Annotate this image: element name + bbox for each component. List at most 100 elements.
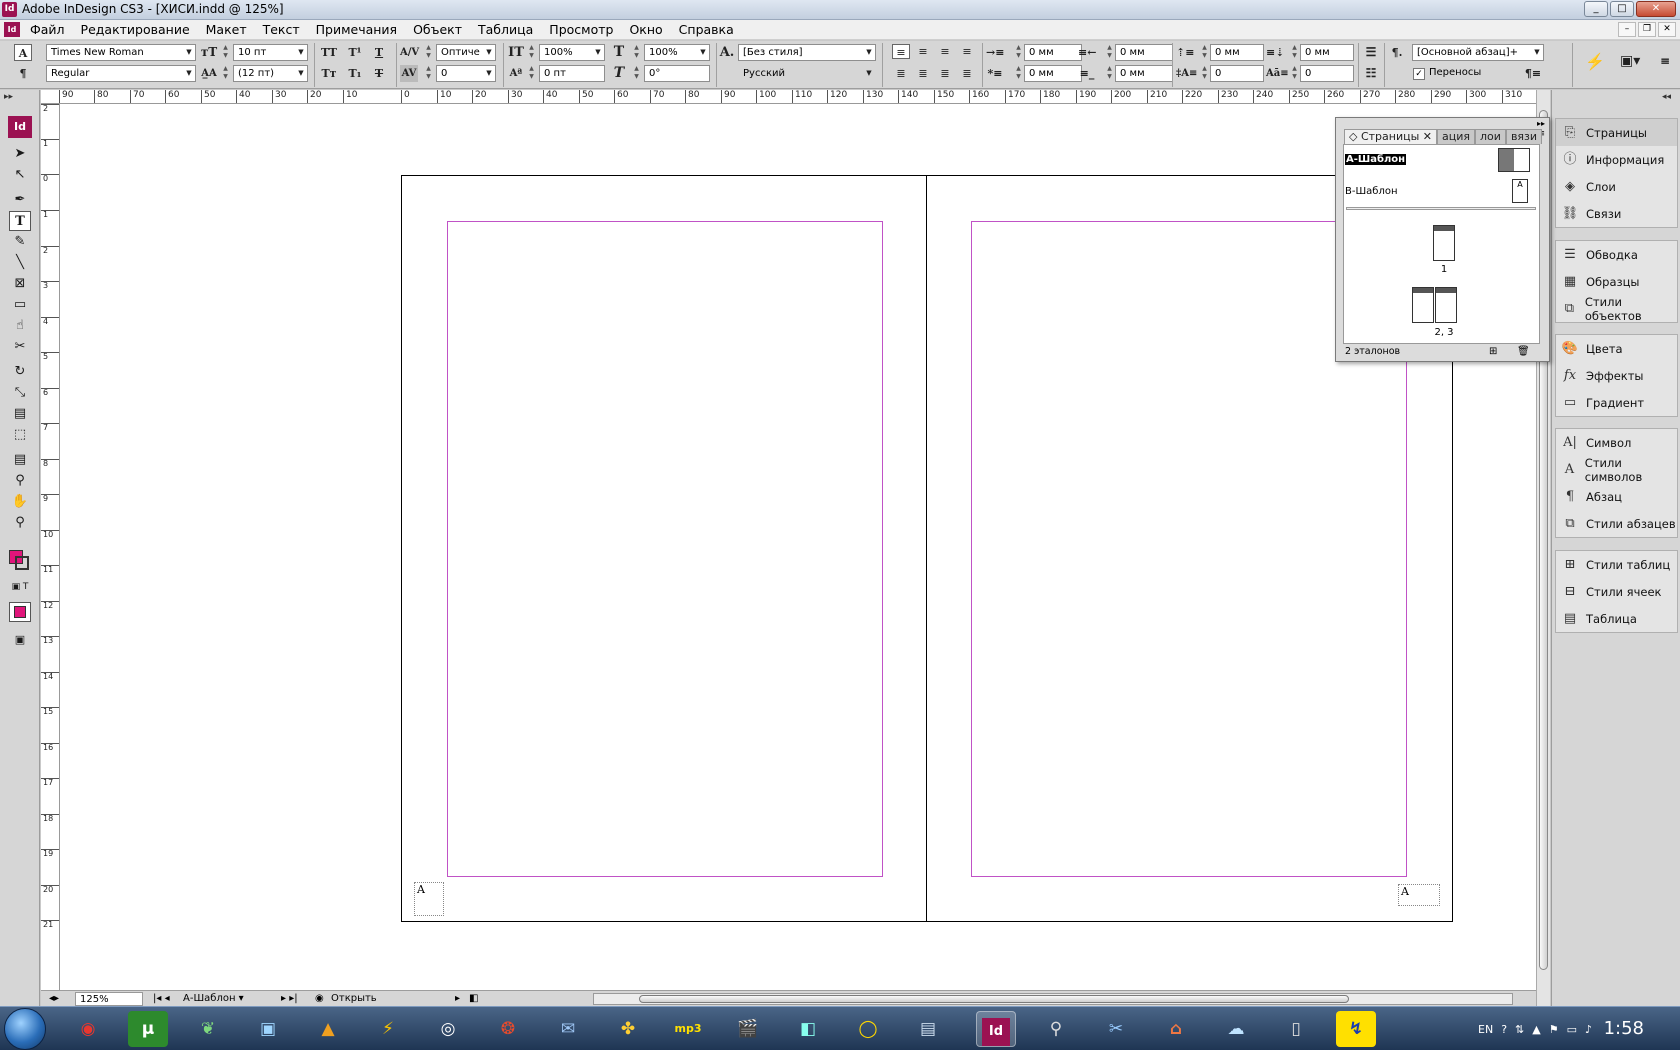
character-mode-icon[interactable]: A: [14, 44, 32, 61]
horizontal-ruler[interactable]: 90 80 70 60 50 40 30 20 10 0 10 20 30 40…: [41, 90, 1536, 104]
arrow-up-icon[interactable]: ▲: [1532, 1023, 1540, 1036]
note-tool-icon[interactable]: ▤: [9, 450, 31, 470]
satellite-app-icon[interactable]: ⚲: [1036, 1011, 1076, 1047]
horizontal-scroll-thumb[interactable]: [639, 995, 1349, 1003]
vertical-ruler[interactable]: 2 1 0 1 2 3 4 5 6 7 8 9 10 11 12 13 14 1…: [41, 104, 60, 990]
first-indent-stepper[interactable]: ▲ ▼: [1015, 65, 1022, 82]
scale-tool-icon[interactable]: ⤡: [9, 383, 31, 403]
document-icon[interactable]: Id: [4, 22, 20, 37]
dock-item-pages[interactable]: ⎘ Страницы: [1556, 119, 1677, 146]
flag-icon[interactable]: ⚑: [1549, 1023, 1559, 1036]
scissors-app-icon[interactable]: ✂: [1096, 1011, 1136, 1047]
underline-icon[interactable]: T: [370, 44, 388, 61]
scroll-left-icon[interactable]: ◧: [465, 992, 485, 1006]
align-center-button[interactable]: ≡: [914, 44, 932, 59]
master-row-b[interactable]: В-Шаблон А: [1344, 177, 1539, 205]
dock-item-info[interactable]: ⓘ Информация: [1556, 146, 1677, 173]
tracking-input[interactable]: 0 ▼: [436, 65, 496, 82]
zoom-tool-icon[interactable]: ⚲: [9, 513, 31, 533]
first-page-icon[interactable]: |◂ ◂: [149, 992, 173, 1006]
master-row-a[interactable]: А-Шаблон: [1344, 145, 1539, 177]
dropcap-chars-stepper[interactable]: ▲ ▼: [1291, 65, 1298, 82]
swirl-app-icon[interactable]: ❂: [488, 1011, 528, 1047]
skew-input[interactable]: 0°: [644, 65, 710, 82]
subscript-icon[interactable]: T₁: [346, 65, 364, 82]
dropcap-chars-input[interactable]: 0: [1300, 65, 1354, 82]
dock-item-layers[interactable]: ◈ Слои: [1556, 173, 1677, 200]
free-transform-tool-icon[interactable]: ⬚: [9, 425, 31, 445]
dock-item-table[interactable]: ▤ Таблица: [1556, 605, 1677, 632]
doc-minimize-button[interactable]: –: [1618, 22, 1636, 37]
movie-maker-icon[interactable]: 🎬: [728, 1011, 768, 1047]
pen-tool-icon[interactable]: ✒: [9, 190, 31, 210]
vertical-scale-input[interactable]: 100% ▼: [539, 44, 605, 61]
space-after-input[interactable]: 0 мм: [1300, 44, 1354, 61]
tracking-stepper[interactable]: ▲ ▼: [425, 65, 432, 82]
total-commander-icon[interactable]: ↯: [1336, 1011, 1376, 1047]
menu-table[interactable]: Таблица: [470, 22, 541, 38]
butterfly-icon[interactable]: ❦: [188, 1011, 228, 1047]
strikethrough-icon[interactable]: T: [370, 65, 388, 82]
video-app-icon[interactable]: ▤: [908, 1011, 948, 1047]
dock-item-character[interactable]: A| Символ: [1556, 429, 1677, 456]
utorrent-icon[interactable]: µ: [128, 1011, 168, 1047]
dock-item-color[interactable]: 🎨 Цвета: [1556, 335, 1677, 362]
pages-divider[interactable]: [1346, 207, 1536, 210]
document-app-icon[interactable]: ▯: [1276, 1011, 1316, 1047]
horizontal-scale-input[interactable]: 100% ▼: [644, 44, 710, 61]
first-indent-input[interactable]: 0 мм: [1024, 65, 1082, 82]
vertical-scale-stepper[interactable]: ▲ ▼: [528, 44, 535, 61]
stroke-swatch[interactable]: [15, 556, 29, 570]
tab-links[interactable]: вязи: [1505, 129, 1543, 144]
tab-pages[interactable]: ◇ Страницы ✕: [1344, 129, 1438, 144]
collapse-dock-icon[interactable]: ◂◂: [1662, 92, 1671, 102]
gradient-tool-icon[interactable]: ▤: [9, 404, 31, 424]
panel-collapse-icon[interactable]: ▸▸: [1537, 119, 1545, 128]
language-indicator[interactable]: EN: [1478, 1023, 1493, 1036]
font-style-select[interactable]: Regular ▼: [46, 65, 196, 82]
paragraph-mode-icon[interactable]: ¶: [14, 65, 32, 82]
rectangle-frame-tool-icon[interactable]: ⊠: [9, 274, 31, 294]
menu-notes[interactable]: Примечания: [308, 22, 405, 38]
open-status[interactable]: Открыть: [327, 992, 447, 1006]
skew-stepper[interactable]: ▲ ▼: [633, 65, 640, 82]
eyedropper-tool-icon[interactable]: ⚲: [9, 471, 31, 491]
tab-layers[interactable]: лои: [1475, 129, 1506, 144]
media-player-icon[interactable]: ◎: [428, 1011, 468, 1047]
left-page[interactable]: A: [401, 175, 928, 922]
superscript-icon[interactable]: T¹: [346, 44, 364, 61]
dock-item-object-styles[interactable]: ⧉ Стили объектов: [1556, 295, 1677, 323]
align-left-button[interactable]: ≡: [892, 44, 910, 59]
justify-center-button[interactable]: ≣: [914, 66, 932, 81]
status-menu-arrow-icon[interactable]: ▸: [451, 992, 461, 1006]
next-page-icon[interactable]: ▸ ▸|: [277, 992, 303, 1006]
leading-input[interactable]: (12 пт) ▼: [233, 65, 308, 82]
language-select[interactable]: Русский ▼: [738, 65, 876, 82]
pencil-tool-icon[interactable]: ✎: [9, 232, 31, 252]
dock-item-links[interactable]: ⛓ Связи: [1556, 200, 1677, 227]
hyphenation-checkbox[interactable]: ✓: [1413, 68, 1425, 80]
maximize-button[interactable]: □: [1610, 1, 1634, 17]
formatting-affects-icon[interactable]: ▣ T: [9, 580, 31, 594]
clock[interactable]: 1:58: [1604, 1018, 1644, 1039]
baseline-stepper[interactable]: ▲ ▼: [528, 65, 535, 82]
page-2-thumbnail[interactable]: [1412, 287, 1434, 323]
help-icon[interactable]: ?: [1501, 1023, 1507, 1036]
numbering-icon[interactable]: ☷: [1362, 65, 1380, 82]
space-before-input[interactable]: 0 мм: [1210, 44, 1264, 61]
lightning-icon[interactable]: ⚡: [1585, 53, 1605, 70]
dock-item-table-styles[interactable]: ⊞ Стили таблиц: [1556, 551, 1677, 578]
hand-tool-icon[interactable]: ✋: [9, 492, 31, 512]
menu-help[interactable]: Справка: [671, 22, 742, 38]
dock-item-swatches[interactable]: ▦ Образцы: [1556, 268, 1677, 295]
space-before-stepper[interactable]: ▲ ▼: [1201, 44, 1208, 61]
dock-item-character-styles[interactable]: A Стили символов: [1556, 456, 1677, 484]
last-indent-input[interactable]: 0 мм: [1115, 65, 1173, 82]
horizontal-scrollbar[interactable]: [593, 993, 1513, 1005]
baseline-input[interactable]: 0 пт: [539, 65, 605, 82]
scissors-tool-icon[interactable]: ✂: [9, 337, 31, 357]
dock-item-stroke[interactable]: ☰ Обводка: [1556, 241, 1677, 268]
line-tool-icon[interactable]: ╲: [9, 253, 31, 273]
right-indent-input[interactable]: 0 мм: [1115, 44, 1173, 61]
character-style-select[interactable]: [Без стиля] ▼: [738, 44, 876, 61]
